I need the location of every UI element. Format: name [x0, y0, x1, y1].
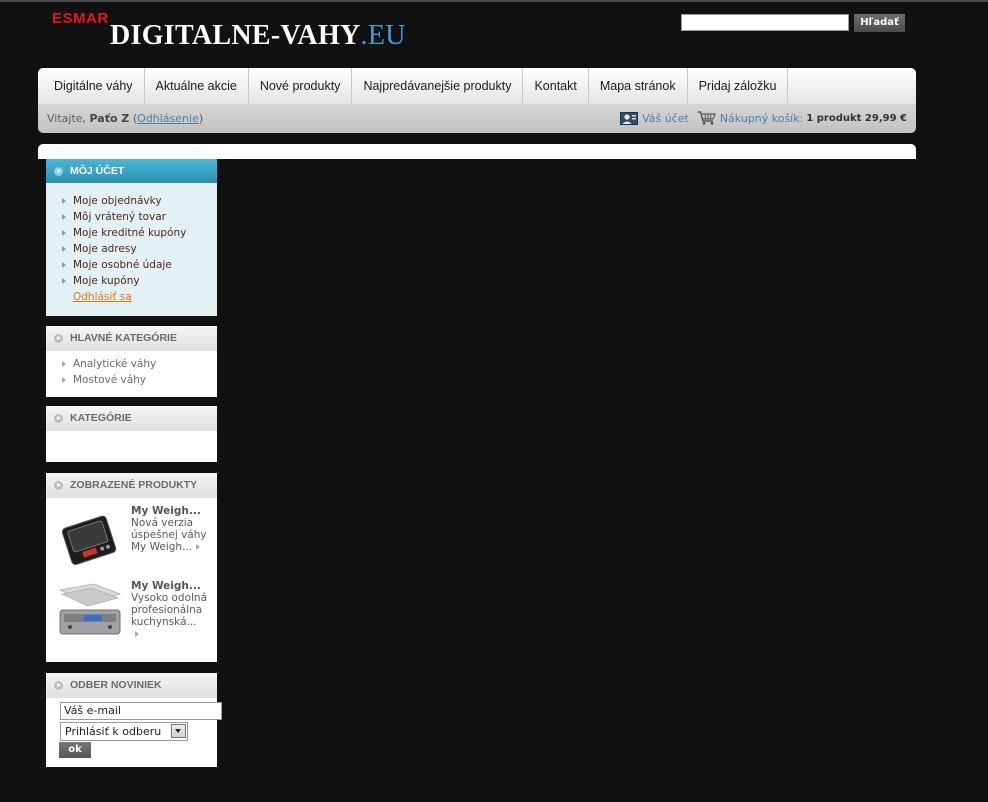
chevron-down-icon[interactable]	[171, 724, 186, 738]
top-border	[0, 0, 988, 2]
my-account-header: MÔJ ÚČET	[46, 159, 217, 183]
user-name: Paťo Z	[89, 112, 130, 125]
cart-summary: 1 produkt 29,99 €	[806, 112, 907, 124]
arrow-circle-icon	[54, 334, 63, 343]
category-link-bridge[interactable]: Mostové váhy	[60, 372, 217, 388]
newsletter-title: ODBER NOVINIEK	[70, 679, 162, 691]
welcome-text: Vitajte, Paťo Z (Odhlásenie)	[47, 112, 203, 125]
logo-tld: .EU	[360, 20, 406, 51]
nav-item-mapa-stranok[interactable]: Mapa stránok	[589, 68, 688, 104]
account-links: Moje objednávky Môj vrátený tovar Moje k…	[46, 183, 217, 289]
categories-title: KATEGÓRIE	[70, 412, 132, 424]
product-image-kitchen-scale[interactable]	[54, 580, 126, 642]
product-title[interactable]: My Weigh...	[131, 580, 215, 592]
main-categories-box: HLAVNÉ KATEGÓRIE Analytické váhy Mostové…	[46, 326, 217, 397]
nav-item-pridaj-zalozku[interactable]: Pridaj záložku	[688, 68, 789, 104]
product-image-pocket-scale[interactable]	[54, 509, 126, 571]
account-icon	[620, 112, 639, 125]
more-arrow-icon[interactable]	[196, 544, 201, 550]
more-arrow-icon[interactable]	[135, 631, 139, 637]
viewed-products-title: ZOBRAZENÉ PRODUKTY	[70, 479, 198, 491]
account-link-returns[interactable]: Môj vrátený tovar	[60, 209, 217, 225]
viewed-products-box: ZOBRAZENÉ PRODUKTY My Weigh... Nová verz…	[46, 473, 217, 662]
newsletter-action-select[interactable]: Prihlásiť k odberu	[60, 722, 188, 741]
user-bar: Vitajte, Paťo Z (Odhlásenie) Váš účet Ná…	[38, 104, 916, 133]
cart-link[interactable]: Nákupný košík:	[720, 112, 804, 125]
nav-item-nove-produkty[interactable]: Nové produkty	[249, 68, 353, 104]
newsletter-box: ODBER NOVINIEK Váš e-mail Prihlásiť k od…	[46, 673, 222, 767]
arrow-circle-icon	[54, 681, 63, 690]
product-description: Nová verzia úspešnej váhy My Weigh...	[131, 517, 215, 553]
main-categories-list: Analytické váhy Mostové váhy	[46, 351, 217, 388]
account-logout-link[interactable]: Odhlásiť sa	[46, 291, 217, 303]
account-link-credit-coupons[interactable]: Moje kreditné kupóny	[60, 225, 217, 241]
my-account-box: MÔJ ÚČET Moje objednávky Môj vrátený tov…	[46, 159, 217, 316]
cart-icon	[697, 111, 716, 125]
viewed-product-text: My Weigh... Nová verzia úspešnej váhy My…	[131, 505, 215, 553]
newsletter-ok-button[interactable]: ok	[59, 742, 91, 758]
account-link-addresses[interactable]: Moje adresy	[60, 241, 217, 257]
logout-link[interactable]: Odhlásenie	[137, 112, 199, 125]
newsletter-header: ODBER NOVINIEK	[46, 673, 217, 698]
main-nav: Digitálne váhy Aktuálne akcie Nové produ…	[38, 68, 916, 104]
account-link-coupons[interactable]: Moje kupóny	[60, 273, 217, 289]
paren-close: )	[198, 112, 204, 125]
my-account-title: MÔJ ÚČET	[70, 165, 125, 177]
site-logo[interactable]: ESMAR DIGITALNE-VAHY.EU	[52, 8, 432, 56]
nav-item-digitalne-vahy[interactable]: Digitálne váhy	[38, 68, 145, 104]
account-link-personal-data[interactable]: Moje osobné údaje	[60, 257, 217, 273]
logo-name: DIGITALNE-VAHY	[110, 20, 361, 51]
viewed-products-header: ZOBRAZENÉ PRODUKTY	[46, 473, 217, 498]
main-categories-title: HLAVNÉ KATEGÓRIE	[70, 332, 177, 344]
newsletter-select-value: Prihlásiť k odberu	[65, 725, 162, 738]
newsletter-email-input[interactable]: Váš e-mail	[60, 702, 222, 720]
account-link[interactable]: Váš účet	[642, 112, 689, 125]
product-description-text: Vysoko odolná profesionálna kuchynská...	[131, 592, 207, 628]
logo-brand: ESMAR	[52, 10, 109, 27]
categories-box: KATEGÓRIE	[46, 406, 217, 462]
account-link-orders[interactable]: Moje objednávky	[60, 193, 217, 209]
categories-header: KATEGÓRIE	[46, 406, 217, 431]
main-categories-header: HLAVNÉ KATEGÓRIE	[46, 326, 217, 351]
product-title[interactable]: My Weigh...	[131, 505, 215, 517]
arrow-circle-icon	[54, 481, 63, 490]
arrow-circle-icon	[54, 414, 63, 423]
category-link-analytical[interactable]: Analytické váhy	[60, 356, 217, 372]
search-button[interactable]: Hľadať	[854, 14, 905, 32]
content-strip	[38, 144, 916, 159]
product-description: Vysoko odolná profesionálna kuchynská...	[131, 592, 215, 640]
welcome-label: Vitajte,	[47, 112, 87, 125]
account-cart-area: Váš účet Nákupný košík: 1 produkt 29,99 …	[620, 111, 907, 125]
logo-title: DIGITALNE-VAHY.EU	[110, 20, 406, 52]
search-input[interactable]	[681, 14, 849, 31]
nav-item-aktualne-akcie[interactable]: Aktuálne akcie	[145, 68, 249, 104]
nav-item-kontakt[interactable]: Kontakt	[523, 68, 589, 104]
arrow-circle-icon	[54, 167, 63, 176]
nav-item-najpredavanejsie[interactable]: Najpredávanejšie produkty	[352, 68, 524, 104]
viewed-product-text: My Weigh... Vysoko odolná profesionálna …	[131, 580, 215, 640]
